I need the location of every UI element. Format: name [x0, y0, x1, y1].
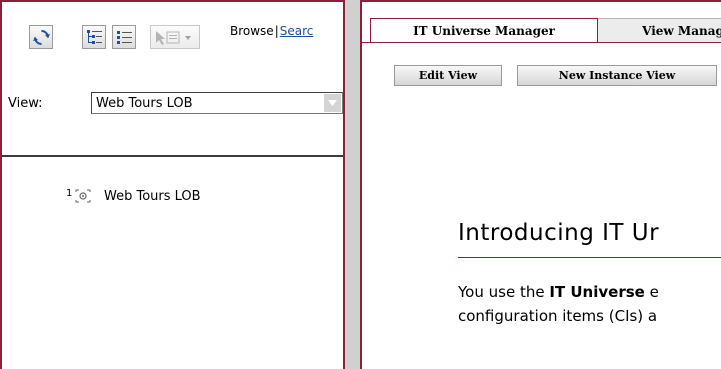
- search-link[interactable]: Searc: [280, 24, 314, 38]
- view-label: View:: [8, 96, 43, 111]
- intro-text-tail: e: [644, 283, 659, 301]
- list-view-button[interactable]: [112, 25, 136, 49]
- intro-paragraph-line-2: configuration items (CIs) a: [458, 307, 658, 325]
- tree-view-icon: [87, 30, 102, 44]
- intro-paragraph-line-1: You use the IT Universe e: [458, 283, 659, 301]
- left-pane: Browse|Searc View: Web Tours LOB 1 Web T…: [0, 0, 345, 369]
- tab-underline: [362, 42, 721, 43]
- heading-underline: [458, 257, 721, 258]
- chevron-down-icon[interactable]: [324, 94, 341, 112]
- tab-bar: IT Universe Manager View Manag: [370, 18, 721, 43]
- tree-item-label: Web Tours LOB: [104, 189, 201, 204]
- refresh-icon: [33, 30, 50, 45]
- edit-view-button[interactable]: Edit View: [394, 65, 502, 86]
- browse-link[interactable]: Browse: [230, 24, 274, 38]
- tab-it-universe-manager[interactable]: IT Universe Manager: [370, 18, 598, 43]
- intro-bold-term: IT Universe: [549, 283, 645, 301]
- list-view-icon: [117, 31, 132, 44]
- right-pane: IT Universe Manager View Manag Edit View…: [360, 0, 721, 369]
- divider: [2, 155, 343, 157]
- ci-node-badge: 1: [66, 188, 72, 199]
- refresh-button[interactable]: [29, 25, 53, 49]
- action-dropdown-button[interactable]: [150, 25, 200, 49]
- browse-search-links: Browse|Searc: [230, 24, 313, 38]
- view-select-value: Web Tours LOB: [96, 96, 193, 111]
- intro-heading: Introducing IT Ur: [458, 220, 660, 246]
- tree-view-button[interactable]: [82, 25, 106, 49]
- ci-node-icon: 1: [66, 188, 91, 203]
- new-instance-view-button[interactable]: New Instance View: [517, 65, 717, 86]
- action-dropdown-icon: [156, 31, 191, 45]
- link-separator: |: [274, 24, 279, 38]
- tab-view-manager[interactable]: View Manag: [598, 18, 721, 42]
- view-select[interactable]: Web Tours LOB: [91, 92, 343, 114]
- intro-text: You use the: [458, 283, 550, 301]
